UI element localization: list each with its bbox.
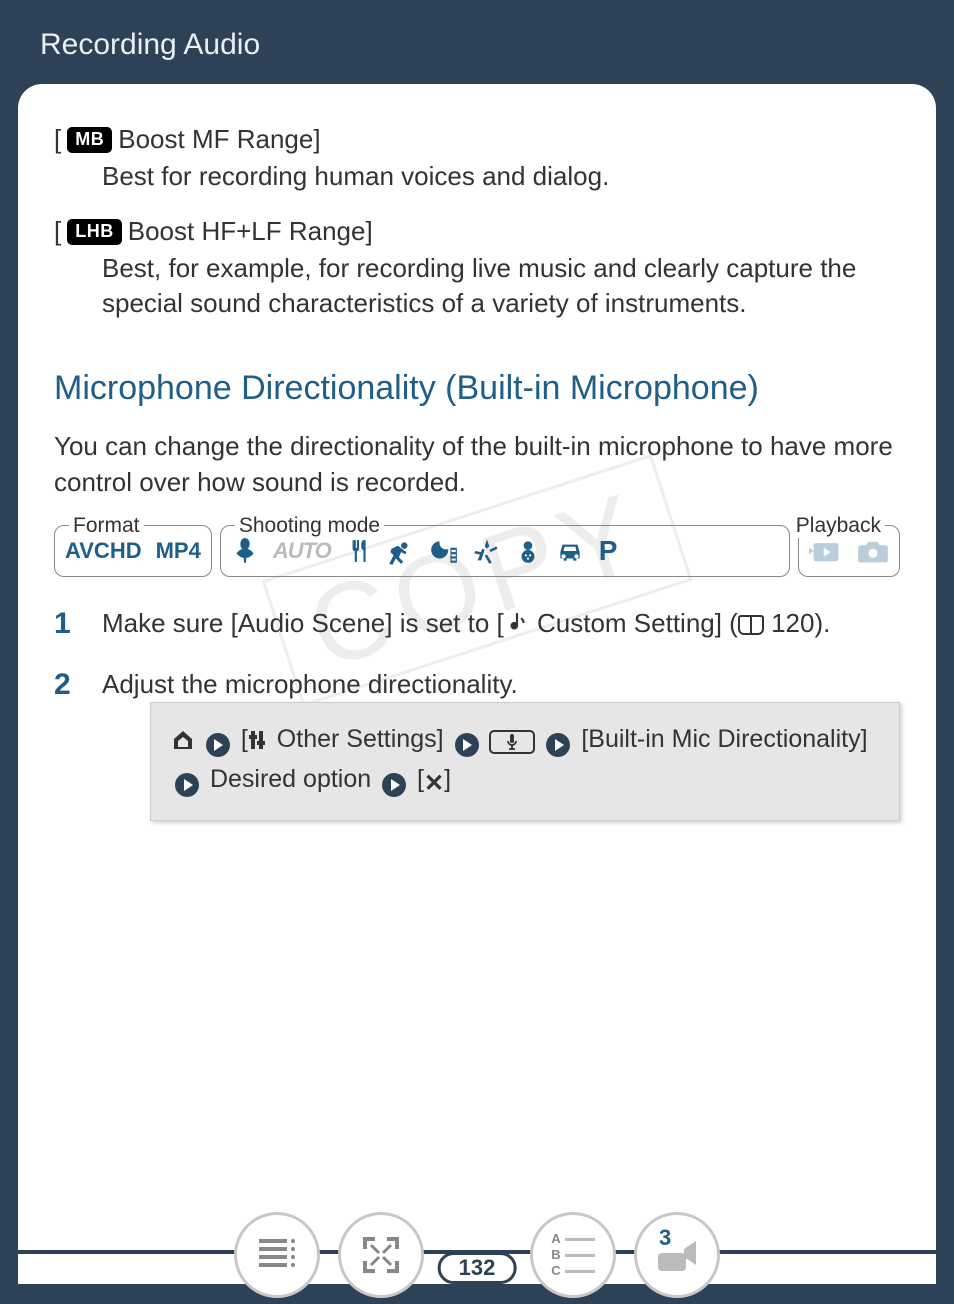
nav-arrow-icon <box>455 733 479 757</box>
abc-index-icon: A B C <box>551 1231 594 1279</box>
auto-icon: AUTO <box>273 538 331 564</box>
option-mb-desc: Best for recording human voices and dial… <box>102 159 900 194</box>
page-header: Recording Audio <box>0 0 954 84</box>
steps-list: Make sure [Audio Scene] is set to [ Cust… <box>54 605 900 821</box>
fullscreen-button[interactable] <box>338 1212 424 1298</box>
mode-row: Format AVCHD MP4 Shooting mode AUTO P Pl… <box>54 525 900 577</box>
nav-mic-directionality: [Built-in Mic Directionality] <box>574 725 867 753</box>
nav-path-box: [ Other Settings] [Built-in Mic Directio… <box>150 702 900 820</box>
nav-arrow-icon <box>206 733 230 757</box>
music-note-icon <box>506 608 528 644</box>
sports-icon <box>385 537 415 565</box>
step-1-text-b: Custom Setting] ( <box>530 608 738 638</box>
cutlery-icon <box>345 537 371 565</box>
mb-badge: MB <box>67 127 112 153</box>
night-icon <box>429 537 459 565</box>
page-number[interactable]: 132 <box>438 1252 517 1284</box>
playback-group: Playback <box>798 525 900 577</box>
nav-arrow-icon <box>382 773 406 797</box>
toc-button[interactable] <box>234 1212 320 1298</box>
p-mode-icon: P <box>599 535 618 567</box>
step-2-text: Adjust the microphone directionality. <box>102 669 518 699</box>
snow-icon <box>515 537 541 565</box>
nav-desired-option: Desired option <box>203 765 378 793</box>
book-icon <box>738 615 764 635</box>
step-1: Make sure [Audio Scene] is set to [ Cust… <box>54 605 900 644</box>
header-title: Recording Audio <box>40 28 260 61</box>
option-lhb: [LHB Boost HF+LF Range] Best, for exampl… <box>54 216 900 321</box>
sliders-icon <box>248 725 270 753</box>
option-mb: [MB Boost MF Range] Best for recording h… <box>54 124 900 194</box>
format-group: Format AVCHD MP4 <box>54 525 212 577</box>
index-button[interactable]: A B C <box>530 1212 616 1298</box>
section-heading: Microphone Directionality (Built-in Micr… <box>54 367 900 410</box>
nav-arrow-icon <box>175 773 199 797</box>
nav-other-settings: Other Settings] <box>270 725 451 753</box>
shooting-label: Shooting mode <box>235 514 384 538</box>
nav-open-bracket: [ <box>410 765 424 793</box>
video-play-icon <box>809 538 843 564</box>
option-lhb-label: Boost HF+LF Range] <box>128 216 373 247</box>
option-mb-title: [MB Boost MF Range] <box>54 124 900 155</box>
close-x-icon: ✕ <box>424 770 444 797</box>
list-icon <box>255 1235 299 1275</box>
shooting-group: Shooting mode AUTO P <box>220 525 790 577</box>
mp4-icon: MP4 <box>156 538 201 564</box>
option-lhb-title: [LHB Boost HF+LF Range] <box>54 216 900 247</box>
mic-tab-icon <box>489 730 535 754</box>
fireworks-icon <box>473 537 501 565</box>
chapter-button[interactable]: 3 <box>634 1212 720 1298</box>
section-intro: You can change the directionality of the… <box>54 428 900 501</box>
playback-label: Playback <box>792 514 885 538</box>
expand-icon <box>359 1233 403 1277</box>
format-label: Format <box>69 514 144 538</box>
page-body: COPY [MB Boost MF Range] Best for record… <box>18 84 936 1284</box>
macro-icon <box>231 537 259 565</box>
step-2: Adjust the microphone directionality. [ … <box>54 666 900 821</box>
lhb-badge: LHB <box>67 219 122 245</box>
nav-arrow-icon <box>546 733 570 757</box>
home-icon <box>171 725 195 753</box>
option-mb-label: Boost MF Range] <box>118 124 320 155</box>
step-1-text-a: Make sure [Audio Scene] is set to [ <box>102 608 504 638</box>
step-1-ref: 120). <box>764 608 831 638</box>
option-lhb-desc: Best, for example, for recording live mu… <box>102 251 900 321</box>
car-icon <box>555 538 585 564</box>
chapter-number: 3 <box>659 1225 671 1251</box>
photo-play-icon <box>857 538 889 564</box>
avchd-icon: AVCHD <box>65 538 142 564</box>
